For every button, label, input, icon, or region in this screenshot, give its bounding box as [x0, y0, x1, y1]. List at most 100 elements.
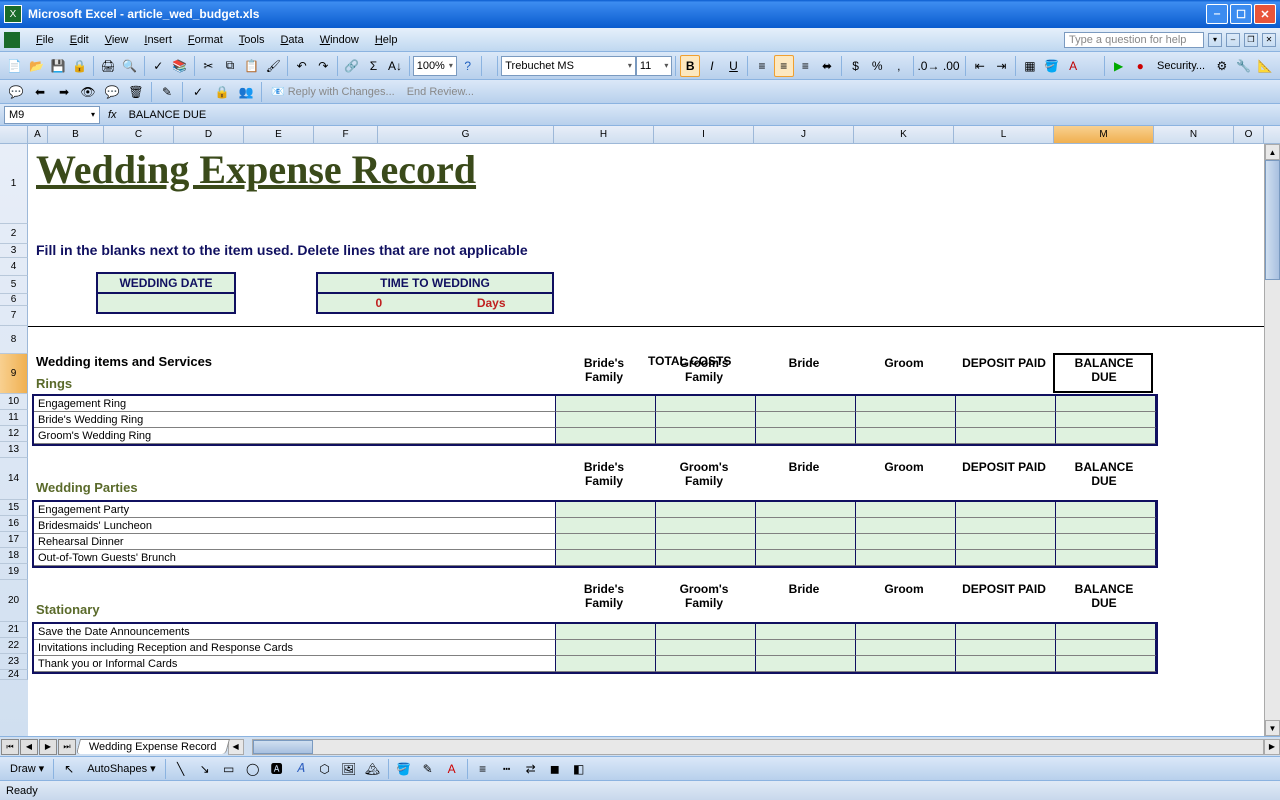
value-cell[interactable] [656, 640, 756, 656]
value-cell[interactable] [756, 518, 856, 534]
value-cell[interactable] [556, 518, 656, 534]
merge-center-button[interactable]: ⬌ [817, 55, 837, 77]
cells-area[interactable]: Wedding Expense Record Fill in the blank… [28, 144, 1280, 736]
copy-button[interactable]: ⧉ [220, 55, 240, 77]
value-cell[interactable] [956, 624, 1056, 640]
value-cell[interactable] [1056, 518, 1156, 534]
prev-comment-button[interactable]: ⬅ [29, 81, 51, 103]
scroll-up-button[interactable]: ▲ [1265, 144, 1280, 160]
value-cell[interactable] [1056, 550, 1156, 566]
show-comment-button[interactable]: 👁 [77, 81, 99, 103]
row-header-3[interactable]: 3 [0, 244, 28, 258]
print-preview-button[interactable]: 🔍 [120, 55, 140, 77]
macro-play-button[interactable]: ▶ [1109, 55, 1129, 77]
help-dropdown-button[interactable]: ▾ [1208, 33, 1222, 47]
value-cell[interactable] [656, 550, 756, 566]
menu-insert[interactable]: Insert [136, 31, 180, 49]
textbox-button[interactable]: 🅰 [266, 758, 288, 780]
help-search-input[interactable] [1064, 32, 1204, 48]
workbook-minimize-button[interactable]: ‒ [1226, 33, 1240, 47]
col-header-O[interactable]: O [1234, 126, 1264, 143]
value-cell[interactable] [756, 624, 856, 640]
save-button[interactable]: 💾 [48, 55, 68, 77]
value-cell[interactable] [1056, 412, 1156, 428]
col-header-K[interactable]: K [854, 126, 954, 143]
dash-style-button[interactable]: ┅ [496, 758, 518, 780]
scroll-down-button[interactable]: ▼ [1265, 720, 1280, 736]
value-cell[interactable] [956, 428, 1056, 444]
col-header-C[interactable]: C [104, 126, 174, 143]
select-objects-button[interactable]: ↖ [58, 758, 80, 780]
col-header-H[interactable]: H [554, 126, 654, 143]
clipart-button[interactable]: 🖼 [338, 758, 360, 780]
horizontal-scrollbar[interactable] [252, 739, 1264, 755]
help-button[interactable]: ? [458, 55, 478, 77]
row-header-10[interactable]: 10 [0, 394, 28, 410]
value-cell[interactable] [856, 624, 956, 640]
col-header-L[interactable]: L [954, 126, 1054, 143]
draw-menu[interactable]: Draw ▾ [4, 760, 50, 777]
value-cell[interactable] [756, 502, 856, 518]
oval-button[interactable]: ◯ [242, 758, 264, 780]
value-cell[interactable] [556, 640, 656, 656]
undo-button[interactable]: ↶ [292, 55, 312, 77]
zoom-combo[interactable]: 100%▾ [413, 56, 457, 76]
workbook-restore-button[interactable]: ❐ [1244, 33, 1258, 47]
value-cell[interactable] [756, 396, 856, 412]
sort-asc-button[interactable]: A↓ [385, 55, 405, 77]
currency-button[interactable]: $ [846, 55, 866, 77]
row-header-24[interactable]: 24 [0, 670, 28, 680]
next-comment-button[interactable]: ➡ [53, 81, 75, 103]
app-logo-icon[interactable] [4, 32, 20, 48]
row-header-8[interactable]: 8 [0, 326, 28, 354]
bold-button[interactable]: B [680, 55, 700, 77]
value-cell[interactable] [856, 396, 956, 412]
line-button[interactable]: ╲ [170, 758, 192, 780]
value-cell[interactable] [1056, 640, 1156, 656]
fx-icon[interactable]: fx [108, 109, 117, 121]
hscroll-left-button[interactable]: ◀ [228, 739, 244, 755]
increase-indent-button[interactable]: ⇥ [992, 55, 1012, 77]
tab-last-button[interactable]: ⏭ [58, 739, 76, 755]
research-button[interactable]: 📚 [170, 55, 190, 77]
workbook-close-button[interactable]: ✕ [1262, 33, 1276, 47]
value-cell[interactable] [756, 640, 856, 656]
col-header-N[interactable]: N [1154, 126, 1234, 143]
comma-button[interactable]: , [889, 55, 909, 77]
item-cell[interactable]: Engagement Ring [34, 396, 556, 412]
value-cell[interactable] [656, 428, 756, 444]
track-changes-button[interactable]: ✓ [187, 81, 209, 103]
row-header-18[interactable]: 18 [0, 548, 28, 564]
col-header-E[interactable]: E [244, 126, 314, 143]
select-all-corner[interactable] [0, 126, 28, 143]
cut-button[interactable]: ✂ [199, 55, 219, 77]
col-header-J[interactable]: J [754, 126, 854, 143]
macro-record-button[interactable]: ● [1130, 55, 1150, 77]
print-button[interactable]: 🖨 [98, 55, 118, 77]
spelling-button[interactable]: ✓ [148, 55, 168, 77]
align-center-button[interactable]: ≡ [774, 55, 794, 77]
3d-button[interactable]: ◧ [568, 758, 590, 780]
col-header-G[interactable]: G [378, 126, 554, 143]
autosum-button[interactable]: Σ [364, 55, 384, 77]
share-workbook-button[interactable]: 👥 [235, 81, 257, 103]
value-cell[interactable] [556, 412, 656, 428]
value-cell[interactable] [656, 656, 756, 672]
menu-view[interactable]: View [97, 31, 137, 49]
percent-button[interactable]: % [867, 55, 887, 77]
autoshapes-menu[interactable]: AutoShapes ▾ [81, 760, 161, 777]
value-cell[interactable] [956, 518, 1056, 534]
row-header-5[interactable]: 5 [0, 276, 28, 294]
value-cell[interactable] [756, 656, 856, 672]
hscroll-right-button[interactable]: ▶ [1264, 739, 1280, 755]
arrow-style-button[interactable]: ⇄ [520, 758, 542, 780]
menu-window[interactable]: Window [312, 31, 367, 49]
design-mode-button[interactable]: 📐 [1255, 55, 1275, 77]
align-right-button[interactable]: ≡ [796, 55, 816, 77]
value-cell[interactable] [856, 640, 956, 656]
font-color-button[interactable]: A [1063, 55, 1083, 77]
value-cell[interactable] [856, 550, 956, 566]
row-header-2[interactable]: 2 [0, 224, 28, 244]
italic-button[interactable]: I [702, 55, 722, 77]
decrease-decimal-button[interactable]: .00 [941, 55, 961, 77]
